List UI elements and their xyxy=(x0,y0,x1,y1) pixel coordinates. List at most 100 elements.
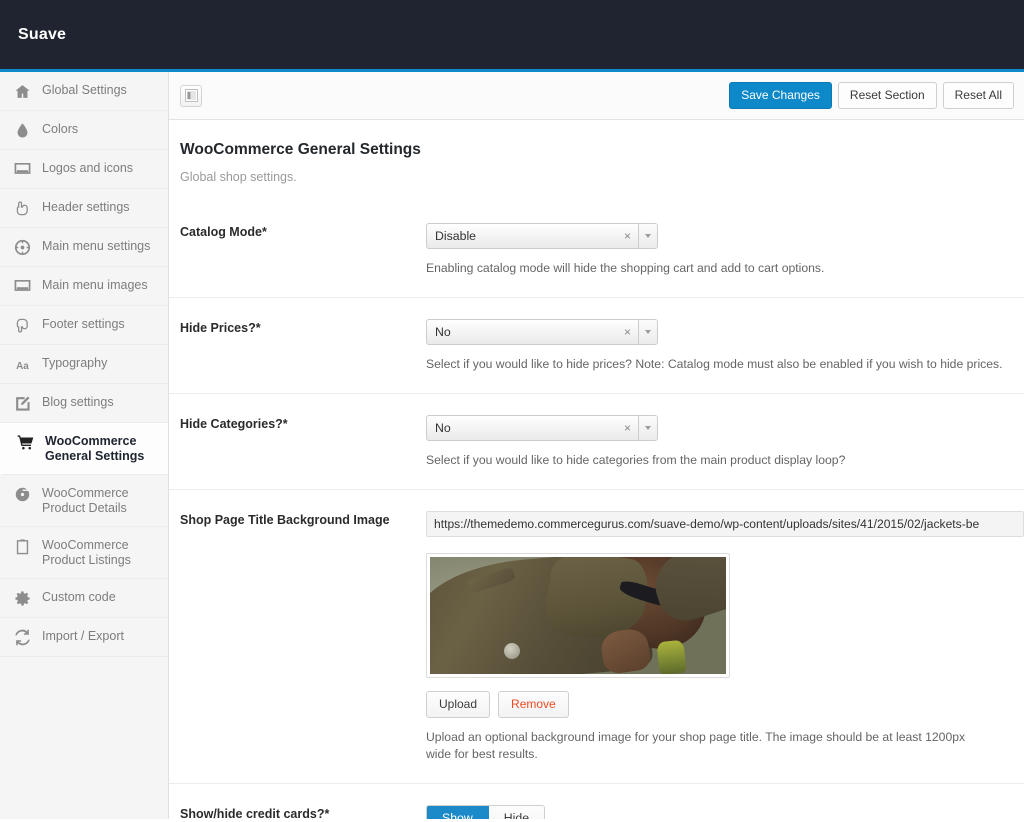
reset-all-button[interactable]: Reset All xyxy=(942,82,1014,109)
field-label-group: Hide Prices?* xyxy=(180,319,426,373)
field-row-shop-page-title-background-image: Shop Page Title Background Image https:/… xyxy=(169,490,1024,784)
app-shell: Global Settings Colors Logos and icons H… xyxy=(0,72,1024,819)
field-control: Show Hide This credit card images will a… xyxy=(426,805,1024,819)
section-subtitle: Global shop settings. xyxy=(180,170,297,184)
sidebar-item-label: Footer settings xyxy=(42,317,125,331)
page-title: WooCommerce General Settings xyxy=(180,141,421,158)
sidebar-item-label: Main menu images xyxy=(42,278,148,292)
field-description: Upload an optional background image for … xyxy=(426,730,966,761)
sidebar-item-label: Typography xyxy=(42,356,108,370)
show-hide-toggle-group: Show Hide xyxy=(426,805,546,819)
field-label-group: Show/hide credit cards?* Do you wish to … xyxy=(180,805,426,819)
panel-layout-icon[interactable] xyxy=(180,84,202,107)
field-row-hide-categories: Hide Categories?* No × Select if you wou… xyxy=(169,394,1024,490)
clipboard-icon xyxy=(14,538,31,555)
settings-main-panel: Save Changes Reset Section Reset All Woo… xyxy=(169,72,1024,819)
svg-text:Aa: Aa xyxy=(16,361,29,372)
preview-thumbnail xyxy=(430,557,726,674)
background-image-url-input[interactable]: https://themedemo.commercegurus.com/suav… xyxy=(426,511,1024,537)
field-control: No × Select if you would like to hide ca… xyxy=(426,415,1024,469)
field-label: Show/hide credit cards?* xyxy=(180,807,330,819)
clear-icon[interactable]: × xyxy=(620,230,638,242)
sidebar-item-label: Import / Export xyxy=(42,629,124,643)
field-row-catalog-mode: Catalog Mode* Disable × Enabling catalog… xyxy=(169,202,1024,298)
gear-icon xyxy=(14,590,31,607)
hide-categories-select[interactable]: No × xyxy=(426,415,658,441)
chevron-down-icon[interactable] xyxy=(638,416,657,440)
text-aa-icon: Aa xyxy=(14,356,31,373)
monitor-icon xyxy=(14,161,31,178)
sidebar-item-label: Global Settings xyxy=(42,83,127,97)
settings-toolbar: Save Changes Reset Section Reset All xyxy=(169,72,1024,120)
sidebar-item-global-settings[interactable]: Global Settings xyxy=(0,72,168,111)
field-control: Disable × Enabling catalog mode will hid… xyxy=(426,223,1024,277)
chevron-down-icon[interactable] xyxy=(638,320,657,344)
sidebar-item-woocommerce-general-settings[interactable]: WooCommerce General Settings xyxy=(0,423,168,475)
sidebar-item-label: Logos and icons xyxy=(42,161,134,175)
toggle-option-show[interactable]: Show xyxy=(427,806,489,819)
field-control: No × Select if you would like to hide pr… xyxy=(426,319,1024,373)
clear-icon[interactable]: × xyxy=(620,422,638,434)
hand-down-icon xyxy=(14,317,31,334)
toggle-option-hide[interactable]: Hide xyxy=(488,806,545,819)
select-value: Disable xyxy=(435,229,477,243)
reset-section-button[interactable]: Reset Section xyxy=(837,82,937,109)
settings-body: WooCommerce General Settings Global shop… xyxy=(169,120,1024,819)
sidebar-item-logos-and-icons[interactable]: Logos and icons xyxy=(0,150,168,189)
sidebar-item-label: Header settings xyxy=(42,200,130,214)
gear-circle-icon xyxy=(14,239,31,256)
sidebar-item-blog-settings[interactable]: Blog settings xyxy=(0,384,168,423)
sidebar-item-label: Main menu settings xyxy=(42,239,151,253)
section-header: WooCommerce General Settings Global shop… xyxy=(169,120,1024,184)
field-row-show-hide-credit-cards: Show/hide credit cards?* Do you wish to … xyxy=(169,784,1024,819)
sidebar-item-label: Colors xyxy=(42,122,79,136)
sidebar-item-label: WooCommerce General Settings xyxy=(45,434,145,463)
field-description: Select if you would like to hide categor… xyxy=(426,453,846,467)
droplet-icon xyxy=(14,122,31,139)
home-icon xyxy=(14,83,31,100)
field-label: Shop Page Title Background Image xyxy=(180,513,390,527)
refresh-icon xyxy=(14,629,31,646)
sidebar-item-label: Blog settings xyxy=(42,395,114,409)
hide-prices-select[interactable]: No × xyxy=(426,319,658,345)
select-value: No xyxy=(435,421,451,435)
sidebar-item-label: WooCommerce Product Listings xyxy=(42,538,131,567)
sidebar-item-import-export[interactable]: Import / Export xyxy=(0,618,168,657)
sidebar-item-typography[interactable]: Aa Typography xyxy=(0,345,168,384)
settings-sidebar: Global Settings Colors Logos and icons H… xyxy=(0,72,169,819)
field-label-group: Shop Page Title Background Image xyxy=(180,511,426,763)
site-title: Suave xyxy=(18,25,67,43)
field-label: Hide Prices?* xyxy=(180,321,261,335)
field-control: https://themedemo.commercegurus.com/suav… xyxy=(426,511,1024,763)
sidebar-item-custom-code[interactable]: Custom code xyxy=(0,579,168,618)
sidebar-item-main-menu-settings[interactable]: Main menu settings xyxy=(0,228,168,267)
background-image-preview xyxy=(426,553,730,678)
field-label-group: Catalog Mode* xyxy=(180,223,426,277)
clear-icon[interactable]: × xyxy=(620,326,638,338)
catalog-mode-select[interactable]: Disable × xyxy=(426,223,658,249)
sidebar-item-colors[interactable]: Colors xyxy=(0,111,168,150)
image-action-buttons: Upload Remove xyxy=(426,691,1024,718)
field-description: Select if you would like to hide prices?… xyxy=(426,357,1003,371)
save-changes-button[interactable]: Save Changes xyxy=(729,82,832,109)
field-description: Enabling catalog mode will hide the shop… xyxy=(426,261,825,275)
select-value: No xyxy=(435,325,451,339)
field-label: Catalog Mode* xyxy=(180,225,267,239)
field-label-group: Hide Categories?* xyxy=(180,415,426,469)
monitor-icon xyxy=(14,278,31,295)
hand-up-icon xyxy=(14,200,31,217)
sidebar-item-main-menu-images[interactable]: Main menu images xyxy=(0,267,168,306)
field-label: Hide Categories?* xyxy=(180,417,288,431)
sidebar-item-footer-settings[interactable]: Footer settings xyxy=(0,306,168,345)
field-row-hide-prices: Hide Prices?* No × Select if you would l… xyxy=(169,298,1024,394)
cart-icon xyxy=(17,434,34,451)
sidebar-item-woocommerce-product-listings[interactable]: WooCommerce Product Listings xyxy=(0,527,168,579)
sidebar-item-woocommerce-product-details[interactable]: WooCommerce Product Details xyxy=(0,475,168,527)
chevron-down-icon[interactable] xyxy=(638,224,657,248)
app-header: Suave xyxy=(0,0,1024,72)
remove-button[interactable]: Remove xyxy=(498,691,569,718)
sidebar-item-label: WooCommerce Product Details xyxy=(42,486,129,515)
upload-button[interactable]: Upload xyxy=(426,691,491,718)
pencil-square-icon xyxy=(14,395,31,412)
sidebar-item-header-settings[interactable]: Header settings xyxy=(0,189,168,228)
